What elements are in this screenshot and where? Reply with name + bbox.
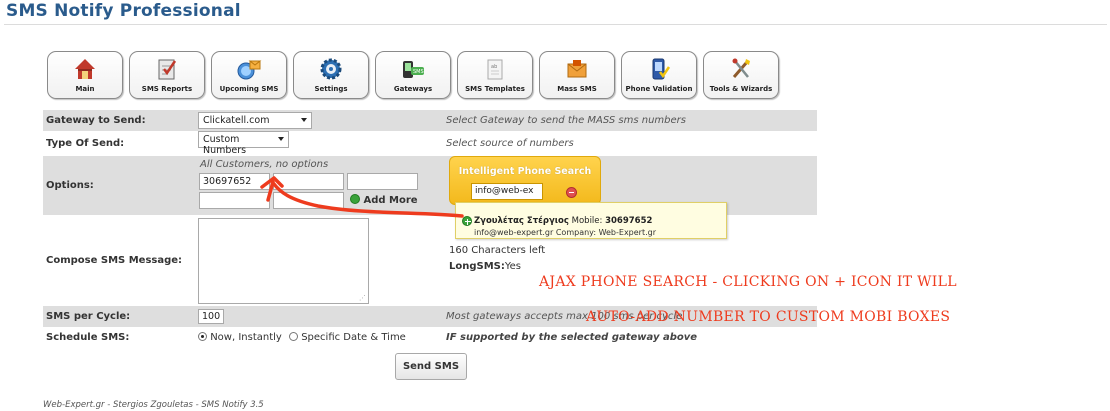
chevron-down-icon — [301, 118, 307, 122]
chars-left-text: 160 Characters left — [449, 245, 546, 256]
toolbar-sms-reports-button[interactable]: SMS Reports — [129, 51, 205, 99]
template-icon: ab — [480, 56, 510, 82]
result-line-2: info@web-expert.gr Company: Web-Expert.g… — [474, 228, 656, 237]
phone-icon — [644, 56, 674, 82]
toolbar-tools-wizards-button[interactable]: Tools & Wizards — [703, 51, 779, 99]
gateway-selected-value: Clickatell.com — [203, 115, 270, 126]
type-of-send-label: Type Of Send: — [46, 138, 125, 149]
result-mobile: 30697652 — [605, 216, 653, 226]
phone-search-title: Intelligent Phone Search — [458, 166, 592, 177]
result-company: Web-Expert.gr — [598, 228, 657, 237]
toolbar-main-button[interactable]: Main — [47, 51, 123, 99]
tools-icon — [726, 56, 756, 82]
upcoming-icon — [234, 56, 264, 82]
resize-handle-icon[interactable]: ⋰ — [359, 294, 366, 302]
custom-number-field-5[interactable] — [273, 192, 344, 209]
custom-number-field-3[interactable] — [347, 173, 418, 190]
options-note: All Customers, no options — [200, 159, 329, 170]
type-of-send-row: Type Of Send: Custom Numbers Select sour… — [43, 131, 817, 156]
toolbar-label: SMS Reports — [141, 85, 193, 93]
toolbar-settings-button[interactable]: Settings — [293, 51, 369, 99]
custom-number-field-1[interactable]: 30697652 — [199, 173, 270, 190]
footer-credit: Web-Expert.gr - Stergios Zgouletas - SMS… — [43, 400, 264, 410]
toolbar-label: Settings — [314, 85, 348, 93]
result-name: Ζγουλέτας Στέργιος — [474, 216, 569, 226]
compose-label: Compose SMS Message: — [46, 255, 183, 266]
longsms-value: Yes — [504, 261, 522, 272]
schedule-hint: IF supported by the selected gateway abo… — [446, 331, 698, 343]
toolbar-label: Gateways — [393, 85, 433, 93]
toolbar-phone-validation-button[interactable]: Phone Validation — [621, 51, 697, 99]
gear-icon — [316, 56, 346, 82]
annotation-line-1: AJAX PHONE SEARCH - CLICKING ON + ICON I… — [539, 274, 957, 290]
toolbar-label: SMS Templates — [465, 85, 525, 93]
gateway-label: Gateway to Send: — [46, 115, 146, 126]
longsms-status: LongSMS:Yes — [449, 261, 521, 272]
plus-icon — [350, 194, 360, 204]
toolbar-sms-templates-button[interactable]: ab SMS Templates — [457, 51, 533, 99]
toolbar-gateways-button[interactable]: SMS Gateways — [375, 51, 451, 99]
toolbar-label: Upcoming SMS — [219, 85, 279, 93]
schedule-row: Schedule SMS: Now, Instantly Specific Da… — [43, 327, 817, 347]
message-textarea[interactable]: ⋰ — [198, 217, 369, 304]
add-number-icon[interactable] — [462, 216, 472, 226]
result-company-label: Company: — [555, 228, 597, 237]
sms-per-cycle-input[interactable]: 100 — [198, 309, 224, 324]
svg-text:ab: ab — [491, 64, 497, 70]
toolbar-mass-sms-button[interactable]: Mass SMS — [539, 51, 615, 99]
custom-number-field-4[interactable] — [199, 192, 270, 209]
gateway-row: Gateway to Send: Clickatell.com Select G… — [43, 110, 817, 131]
gateway-select[interactable]: Clickatell.com — [198, 112, 312, 129]
toolbar-label: Mass SMS — [557, 85, 597, 93]
result-mobile-label: Mobile: — [571, 216, 603, 226]
gateway-icon: SMS — [398, 56, 428, 82]
annotation-line-2: AUTO-ADD NUMBER TO CUSTOM MOBI BOXES — [586, 309, 951, 325]
toolbar-label: Phone Validation — [625, 85, 693, 93]
phone-search-result[interactable]: Ζγουλέτας Στέργιος Mobile: 30697652 info… — [455, 202, 727, 239]
radio-specific[interactable] — [289, 331, 299, 341]
schedule-now-option[interactable]: Now, Instantly — [198, 331, 282, 343]
result-email: info@web-expert.gr — [474, 228, 554, 237]
add-more-label: Add More — [363, 195, 418, 206]
toolbar-label: Main — [75, 85, 95, 93]
report-icon — [152, 56, 182, 82]
radio-now[interactable] — [198, 331, 207, 341]
house-icon — [70, 56, 100, 82]
app-title: SMS Notify Professional — [6, 1, 241, 21]
phone-search-input[interactable]: info@web-ex — [471, 183, 543, 200]
type-of-send-hint: Select source of numbers — [446, 138, 574, 149]
toolbar-upcoming-sms-button[interactable]: Upcoming SMS — [211, 51, 287, 99]
schedule-specific-option[interactable]: Specific Date & Time — [289, 331, 406, 343]
clear-search-icon[interactable] — [566, 187, 577, 198]
title-divider — [4, 24, 1107, 25]
schedule-label: Schedule SMS: — [46, 331, 130, 343]
custom-number-field-2[interactable] — [273, 173, 344, 190]
add-more-button[interactable]: Add More — [350, 194, 418, 206]
toolbar-label: Tools & Wizards — [709, 85, 773, 93]
intelligent-phone-search: Intelligent Phone Search info@web-ex — [449, 156, 601, 205]
type-of-send-selected-value: Custom Numbers — [203, 134, 247, 156]
send-sms-button[interactable]: Send SMS — [395, 353, 467, 380]
svg-text:SMS: SMS — [413, 69, 424, 75]
sms-per-cycle-label: SMS per Cycle: — [46, 311, 131, 322]
gateway-hint: Select Gateway to send the MASS sms numb… — [446, 115, 686, 126]
result-line-1: Ζγουλέτας Στέργιος Mobile: 30697652 — [474, 216, 652, 226]
longsms-label: LongSMS: — [449, 261, 505, 272]
type-of-send-select[interactable]: Custom Numbers — [198, 131, 289, 156]
chevron-down-icon — [278, 137, 284, 141]
options-label: Options: — [46, 180, 94, 191]
envelope-icon — [562, 56, 592, 82]
